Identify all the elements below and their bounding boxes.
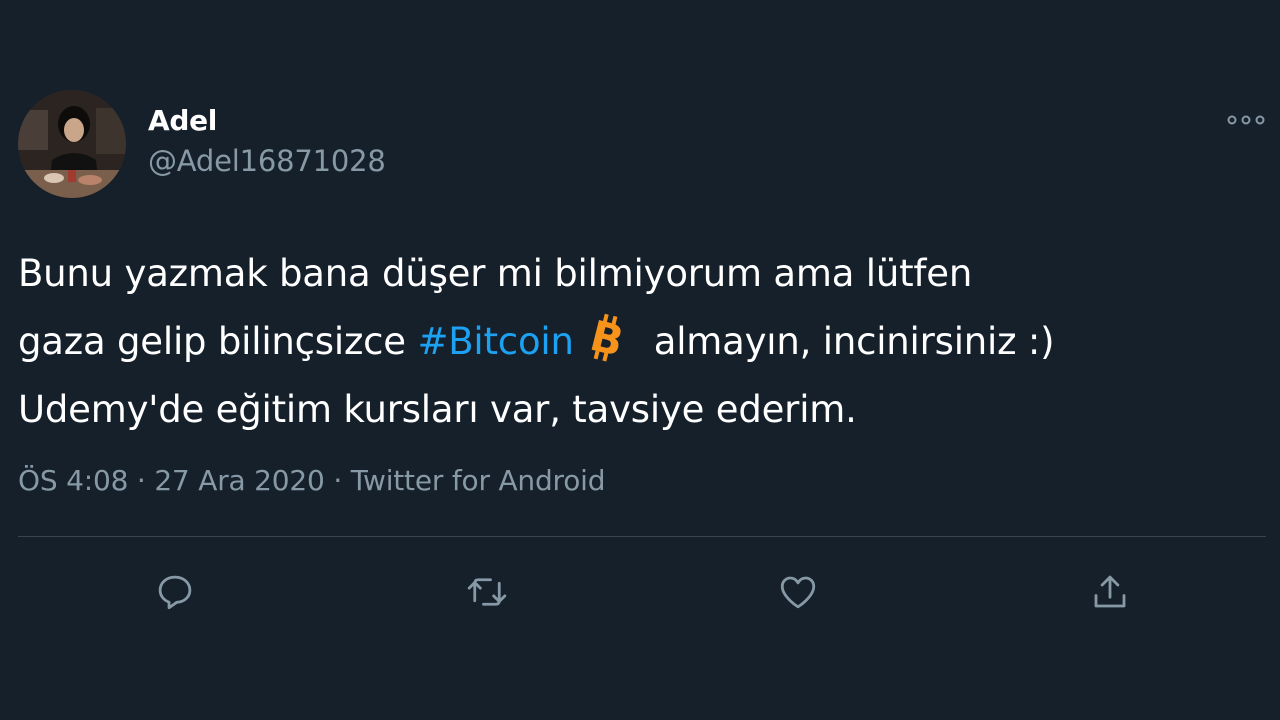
profile-photo	[18, 90, 126, 198]
retweet-button[interactable]	[463, 568, 511, 616]
share-button[interactable]	[1086, 568, 1134, 616]
retweet-icon	[467, 578, 507, 606]
divider	[18, 536, 1266, 537]
tweet-text-segment: gaza gelip bilinçsizce	[18, 320, 418, 363]
more-options-button[interactable]	[1224, 108, 1268, 132]
bitcoin-icon: B	[585, 313, 628, 363]
meta-separator: ·	[324, 464, 351, 497]
avatar[interactable]	[18, 90, 126, 198]
more-horizontal-icon	[1227, 115, 1265, 125]
tweet-source[interactable]: Twitter for Android	[351, 464, 606, 497]
author-display-name[interactable]: Adel	[148, 104, 217, 137]
like-icon	[780, 576, 816, 609]
share-icon	[1094, 575, 1126, 608]
tweet-date[interactable]: 27 Ara 2020	[154, 464, 325, 497]
tweet-time[interactable]: ÖS 4:08	[18, 464, 128, 497]
tweet-line: gaza gelip bilinçsizce #Bitcoin B almayı…	[18, 308, 1258, 376]
author-handle[interactable]: @Adel16871028	[148, 144, 386, 178]
hashtag-link[interactable]: #Bitcoin	[417, 320, 573, 363]
tweet-line: Udemy'de eğitim kursları var, tavsiye ed…	[18, 388, 857, 431]
tweet-text: Bunu yazmak bana düşer mi bilmiyorum ama…	[18, 240, 1258, 444]
tweet-text-segment: almayın, incinirsiniz :)	[653, 320, 1055, 363]
reply-button[interactable]	[151, 568, 199, 616]
tweet-line: Bunu yazmak bana düşer mi bilmiyorum ama…	[18, 252, 973, 295]
tweet-card: Adel @Adel16871028 Bunu yazmak bana düşe…	[0, 0, 1280, 720]
meta-separator: ·	[128, 464, 155, 497]
tweet-metadata: ÖS 4:08 · 27 Ara 2020 · Twitter for Andr…	[18, 464, 606, 497]
like-button[interactable]	[774, 568, 822, 616]
reply-icon	[158, 575, 192, 610]
